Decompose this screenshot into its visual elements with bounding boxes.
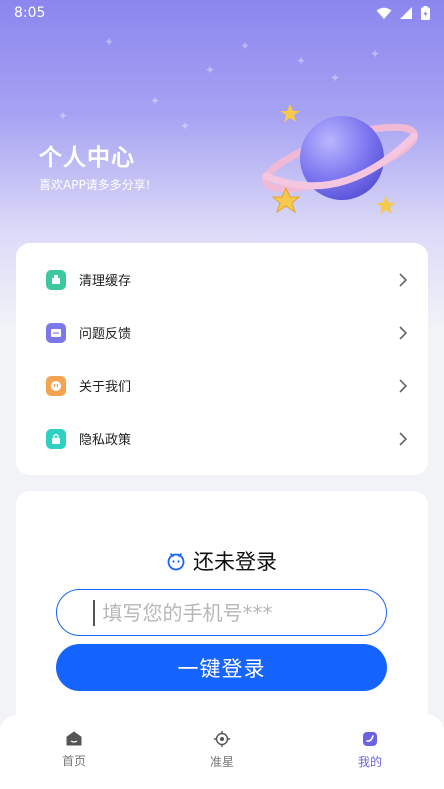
sparkle-decoration: ✦ [205, 63, 216, 77]
sparkle-decoration: ✦ [330, 71, 341, 85]
chevron-right-icon [399, 431, 408, 446]
profile-icon [363, 732, 377, 746]
wifi-icon [376, 7, 392, 19]
crosshair-icon [214, 731, 230, 747]
page-subtitle: 喜欢APP请多多分享! [39, 178, 151, 192]
nav-tab-home[interactable]: 首页 [29, 731, 119, 789]
bottom-navigation: 首页 准星 我的 [0, 715, 444, 789]
status-bar: 8:05 [0, 0, 444, 26]
phone-number-field[interactable] [56, 589, 387, 636]
sparkle-decoration: ✦ [296, 54, 307, 68]
nav-tab-label: 我的 [357, 755, 382, 769]
nav-tab-crosshair[interactable]: 准星 [177, 731, 267, 789]
menu-item-clear-cache[interactable]: 清理缓存 [16, 253, 428, 306]
planet-illustration [262, 104, 418, 214]
sparkle-decoration: ✦ [58, 109, 69, 123]
sparkle-decoration: ✦ [104, 35, 115, 49]
feedback-icon [46, 322, 66, 343]
robot-face-icon [167, 553, 185, 571]
privacy-icon [46, 428, 66, 449]
chevron-right-icon [399, 378, 408, 393]
signal-icon [400, 6, 412, 19]
menu-item-label: 关于我们 [79, 380, 132, 395]
sparkle-decoration: ✦ [370, 47, 381, 61]
status-time: 8:05 [14, 5, 46, 21]
menu-item-about-us[interactable]: 关于我们 [16, 359, 428, 412]
one-click-login-button[interactable]: 一键登录 [56, 644, 387, 691]
about-icon [46, 375, 66, 396]
login-card: 还未登录 一键登录 [16, 491, 428, 731]
menu-item-feedback[interactable]: 问题反馈 [16, 306, 428, 359]
home-icon [66, 731, 82, 746]
nav-tab-label: 准星 [209, 755, 234, 769]
text-cursor [93, 599, 95, 626]
battery-icon [421, 6, 430, 20]
page-title: 个人中心 [39, 145, 135, 171]
menu-item-privacy-policy[interactable]: 隐私政策 [16, 412, 428, 465]
phone-number-input[interactable] [102, 600, 353, 625]
sparkle-decoration: ✦ [240, 39, 251, 53]
nav-tab-profile[interactable]: 我的 [325, 731, 415, 789]
menu-item-label: 清理缓存 [79, 274, 132, 289]
clean-icon [46, 269, 66, 290]
menu-item-label: 隐私政策 [79, 433, 132, 448]
chevron-right-icon [399, 272, 408, 287]
sparkle-decoration: ✦ [180, 119, 191, 133]
chevron-right-icon [399, 325, 408, 340]
sparkle-decoration: ✦ [150, 94, 161, 108]
login-status: 还未登录 [166, 546, 277, 576]
login-status-text: 还未登录 [193, 550, 277, 574]
menu-item-label: 问题反馈 [79, 327, 132, 342]
settings-menu-card: 清理缓存 问题反馈 关于我们 隐私政策 [16, 243, 428, 475]
nav-tab-label: 首页 [61, 754, 86, 768]
